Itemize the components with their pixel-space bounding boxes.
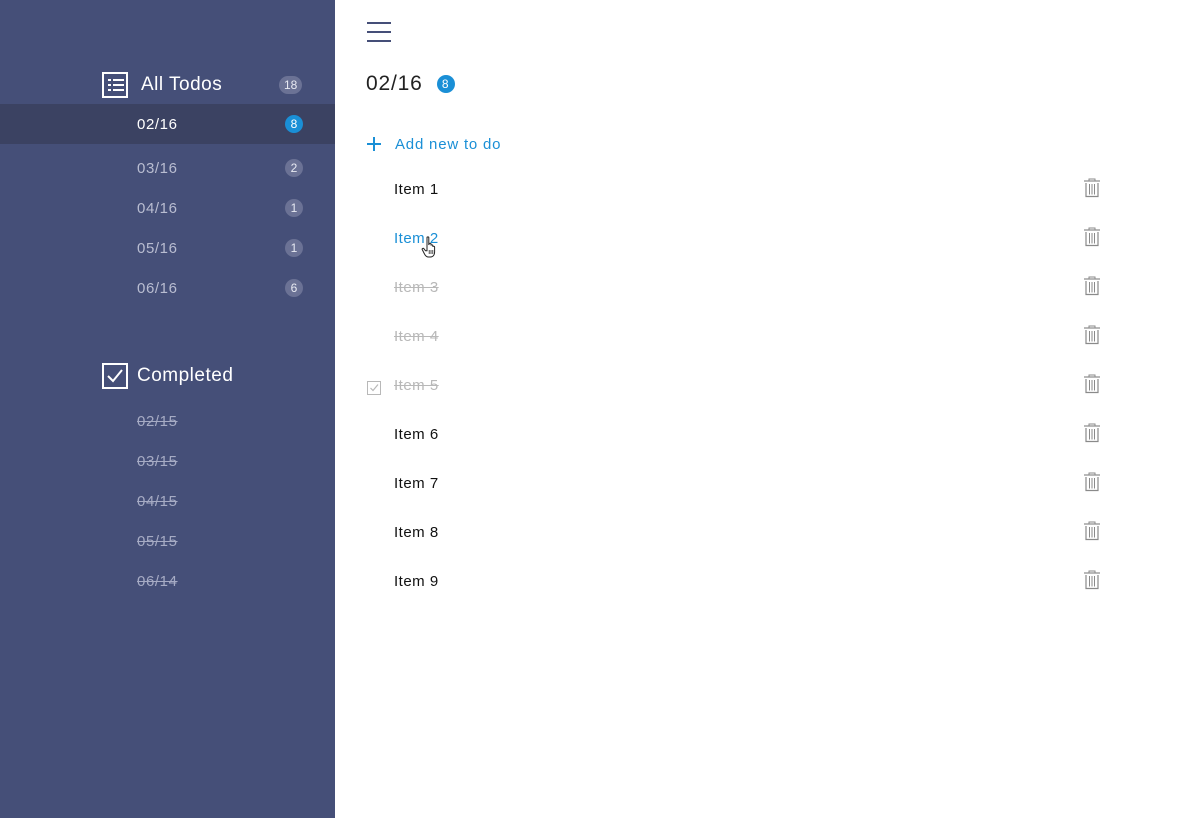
todo-item[interactable]: Item 9	[335, 559, 1200, 608]
sidebar-item-count-badge: 1	[285, 239, 303, 257]
page-title-date: 02/16	[366, 72, 423, 95]
sidebar-item-count-badge: 1	[285, 199, 303, 217]
sidebar-item-todo-date[interactable]: 02/16 8	[0, 104, 335, 144]
trash-icon[interactable]	[1083, 227, 1101, 247]
sidebar-item-date: 03/16	[137, 159, 178, 177]
sidebar-item-date: 04/15	[137, 492, 178, 510]
page-title-count-badge: 8	[436, 75, 455, 93]
todo-item[interactable]: Item 6	[335, 412, 1200, 461]
sidebar-item-todo-date[interactable]: 05/16 1	[0, 228, 335, 268]
completed-header[interactable]: Completed	[102, 362, 305, 390]
sidebar-item-date: 02/15	[137, 412, 178, 430]
trash-icon[interactable]	[1083, 374, 1101, 394]
todo-item-text: Item 9	[394, 573, 439, 590]
todo-item-text: Item 7	[394, 475, 439, 492]
sidebar-item-count-badge: 6	[285, 279, 303, 297]
todo-item[interactable]: Item 8	[335, 510, 1200, 559]
sidebar-item-date: 02/16	[137, 115, 178, 133]
todo-checkbox[interactable]	[367, 381, 381, 395]
todo-item[interactable]: Item 1	[335, 167, 1200, 216]
trash-icon[interactable]	[1083, 521, 1101, 541]
sidebar-item-completed-date[interactable]: 05/15	[0, 521, 335, 561]
sidebar-item-date: 04/16	[137, 199, 178, 217]
todo-item-text: Item 3	[394, 279, 439, 296]
todo-item[interactable]: Item 3	[335, 265, 1200, 314]
sidebar: All Todos 18 02/16 8 03/16 2 04/16 1 05/16 1 06/…	[0, 0, 335, 818]
todo-item[interactable]: Item 2	[335, 216, 1200, 265]
trash-icon[interactable]	[1083, 570, 1101, 590]
trash-icon[interactable]	[1083, 276, 1101, 296]
sidebar-item-date: 05/16	[137, 239, 178, 257]
sidebar-item-completed-date[interactable]: 04/15	[0, 481, 335, 521]
list-icon	[102, 72, 128, 98]
trash-icon[interactable]	[1083, 178, 1101, 198]
todo-item[interactable]: Item 7	[335, 461, 1200, 510]
page-title: 02/16 8	[366, 72, 455, 96]
sidebar-item-date: 06/14	[137, 572, 178, 590]
sidebar-item-completed-date[interactable]: 02/15	[0, 401, 335, 441]
todo-item-text: Item 6	[394, 426, 439, 443]
todo-item-text: Item 4	[394, 328, 439, 345]
sidebar-item-completed-date[interactable]: 03/15	[0, 441, 335, 481]
trash-icon[interactable]	[1083, 472, 1101, 492]
sidebar-item-date: 03/15	[137, 452, 178, 470]
todo-item[interactable]: Item 4	[335, 314, 1200, 363]
all-todos-label: All Todos	[141, 74, 223, 95]
all-todos-header[interactable]: All Todos 18	[102, 71, 305, 99]
all-todos-count-badge: 18	[279, 76, 303, 94]
main-panel: 02/16 8 Add new to do Item 1 Item 2 Item 3…	[335, 0, 1200, 818]
sidebar-item-todo-date[interactable]: 04/16 1	[0, 188, 335, 228]
sidebar-item-todo-date[interactable]: 06/16 6	[0, 268, 335, 308]
checkbox-checked-icon	[102, 363, 128, 389]
trash-icon[interactable]	[1083, 325, 1101, 345]
sidebar-item-completed-date[interactable]: 06/14	[0, 561, 335, 601]
todo-item[interactable]: Item 5	[335, 363, 1200, 412]
plus-icon	[366, 136, 382, 152]
add-todo-label: Add new to do	[395, 135, 502, 153]
todo-item-text: Item 8	[394, 524, 439, 541]
todo-item-text: Item 5	[394, 377, 439, 394]
add-todo-button[interactable]: Add new to do	[366, 132, 501, 156]
todo-item-text: Item 1	[394, 181, 439, 198]
todo-item-text: Item 2	[394, 230, 439, 247]
completed-label: Completed	[137, 365, 234, 386]
sidebar-item-date: 06/16	[137, 279, 178, 297]
sidebar-item-todo-date[interactable]: 03/16 2	[0, 148, 335, 188]
sidebar-item-count-badge: 8	[285, 115, 303, 133]
sidebar-item-count-badge: 2	[285, 159, 303, 177]
sidebar-item-date: 05/15	[137, 532, 178, 550]
hamburger-menu-icon[interactable]	[367, 21, 391, 43]
trash-icon[interactable]	[1083, 423, 1101, 443]
